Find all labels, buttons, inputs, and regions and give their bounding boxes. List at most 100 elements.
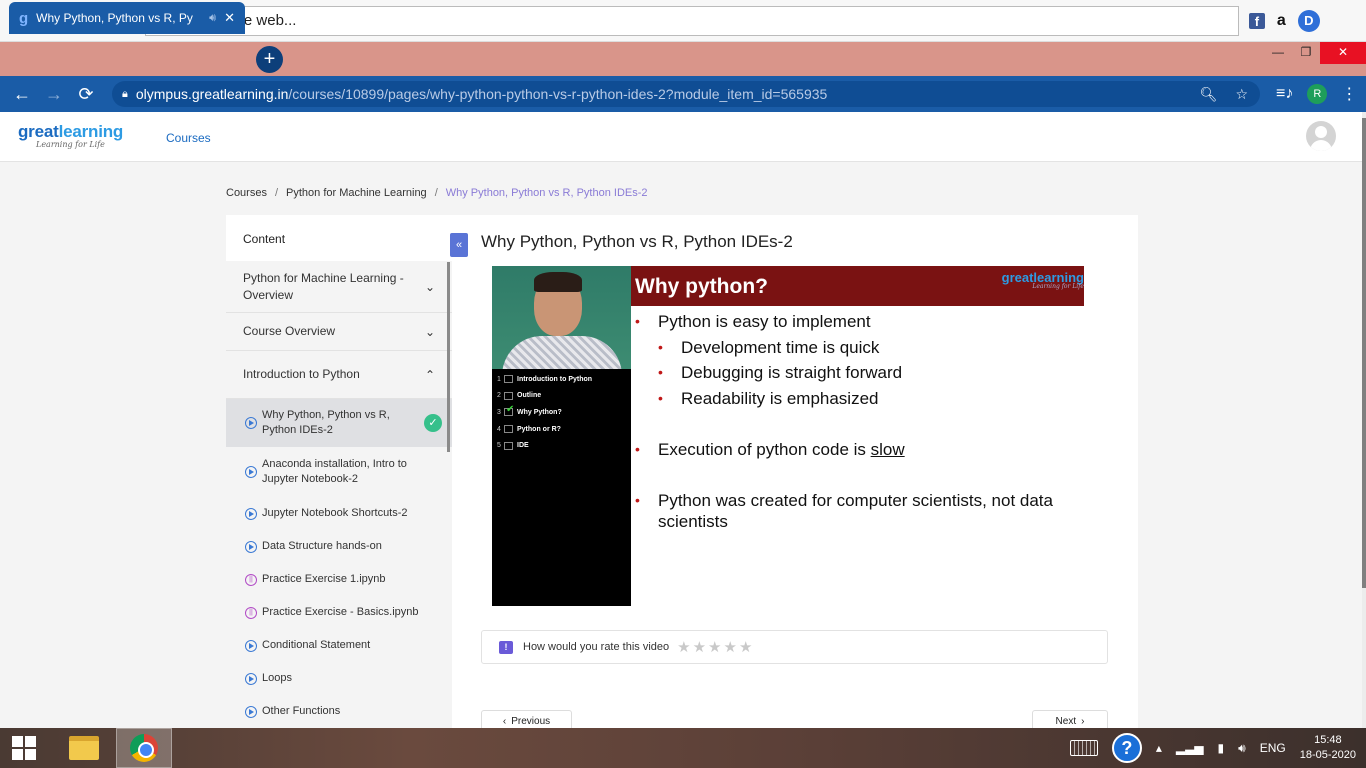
video-toc: 1 Introduction to Python 2 Outline 3 ✔ Why P… <box>497 371 627 454</box>
battery-icon[interactable]: ▮ <box>1218 741 1225 755</box>
sidebar-item-why-python[interactable]: Why Python, Python vs R, Python IDEs-2 ✓ <box>226 399 452 447</box>
chrome-taskbar-button[interactable] <box>116 728 172 768</box>
sidebar-scrollbar[interactable] <box>447 262 450 452</box>
url-domain: olympus.greatlearning.in <box>135 86 289 102</box>
folder-icon <box>69 736 99 760</box>
item-label: Data Structure hands-on <box>262 540 382 552</box>
play-icon <box>245 540 257 553</box>
browser-tab[interactable]: g Why Python, Python vs R, Py 🔊︎ ✕ <box>9 2 245 34</box>
rating-prompt: How would you rate this video <box>523 641 670 653</box>
play-icon <box>245 672 257 685</box>
check-icon: ✓ <box>424 414 442 432</box>
section-python-ml-overview[interactable]: Python for Machine Learning - Overview ⌄ <box>226 261 452 313</box>
toc-row: 4 Python or R? <box>497 425 561 434</box>
presenter-image <box>492 266 631 369</box>
volume-icon[interactable]: 🔊︎ <box>1238 741 1246 756</box>
item-label: Other Functions <box>262 705 341 717</box>
notebook-icon: || <box>245 573 257 586</box>
minimize-icon[interactable]: — <box>1264 42 1292 64</box>
chevron-down-icon: ⌄ <box>424 279 435 294</box>
rating-bar: ! How would you rate this video ★ ★ ★ ★ … <box>481 630 1108 664</box>
item-label: Practice Exercise - Basics.ipynb <box>262 606 419 618</box>
site-header: greatlearning Learning for Life Courses <box>0 112 1362 162</box>
page-scrollbar-thumb[interactable] <box>1362 118 1366 588</box>
back-icon[interactable]: ← <box>6 84 38 105</box>
nav-courses-link[interactable]: Courses <box>166 131 211 145</box>
help-icon[interactable]: ? <box>1111 733 1142 763</box>
star-icon[interactable]: ★ <box>677 638 690 656</box>
breadcrumb-course[interactable]: Python for Machine Learning <box>286 187 427 199</box>
profile-avatar[interactable]: R <box>1307 84 1328 104</box>
tab-title: Why Python, Python vs R, Py <box>36 11 193 25</box>
d-icon[interactable]: D <box>1297 9 1320 32</box>
star-icon[interactable]: ★ <box>724 638 737 656</box>
check-icon: ✔ <box>506 404 515 416</box>
chevron-right-icon: › <box>1081 715 1085 727</box>
sidebar-item-conditional[interactable]: Conditional Statement <box>226 629 452 662</box>
forward-icon[interactable]: → <box>38 84 70 105</box>
item-label: Jupyter Notebook Shortcuts-2 <box>262 507 408 519</box>
sidebar-item-practice-basics[interactable]: || Practice Exercise - Basics.ipynb <box>226 596 452 629</box>
notebook-icon: || <box>245 606 257 619</box>
star-icon[interactable]: ★ <box>693 638 706 656</box>
close-window-icon[interactable]: ✕ <box>1320 42 1366 64</box>
new-tab-button[interactable]: + <box>256 46 283 73</box>
media-control-icon[interactable]: ≡♪ <box>1276 85 1293 103</box>
language-indicator[interactable]: ENG <box>1260 741 1286 755</box>
sidebar-item-practice-1[interactable]: || Practice Exercise 1.ipynb <box>226 563 452 596</box>
url-bar[interactable]: 🔒︎ olympus.greatlearning.in/courses/1089… <box>112 81 1260 107</box>
section-course-overview[interactable]: Course Overview ⌄ <box>226 313 452 351</box>
tab-strip <box>0 42 1366 76</box>
star-rating[interactable]: ★ ★ ★ ★ ★ <box>677 638 752 656</box>
clock-time: 15:48 <box>1314 734 1342 746</box>
sidebar-item-data-structure[interactable]: Data Structure hands-on <box>226 530 452 563</box>
star-icon[interactable]: ★ <box>739 638 752 656</box>
star-icon[interactable]: ★ <box>708 638 721 656</box>
file-explorer-button[interactable] <box>56 728 112 768</box>
speaker-icon[interactable]: 🔊︎ <box>209 12 216 25</box>
slide-subbullet: • Readability is emphasized <box>658 389 879 408</box>
section-intro-python[interactable]: Introduction to Python ⌃ <box>226 351 452 399</box>
clock[interactable]: 15:48 18-05-2020 <box>1300 733 1356 763</box>
facebook-icon[interactable]: f <box>1248 12 1265 29</box>
restore-icon[interactable]: ❐ <box>1292 42 1320 64</box>
keyboard-icon[interactable] <box>1069 740 1098 756</box>
section-label: Introduction to Python <box>243 367 360 381</box>
toc-row: 1 Introduction to Python <box>497 375 593 384</box>
sidebar-item-jupyter-shortcuts[interactable]: Jupyter Notebook Shortcuts-2 <box>226 497 452 530</box>
zoom-icon[interactable]: 🔍︎ <box>1200 86 1218 103</box>
menu-kebab-icon[interactable]: ⋮ <box>1341 84 1357 104</box>
start-button[interactable] <box>0 728 48 768</box>
feedback-icon: ! <box>499 640 513 654</box>
slide-logo: greatlearning Learning for Life <box>1001 270 1084 290</box>
search-input[interactable]: 🔍︎ Search the web... <box>144 5 1239 36</box>
user-avatar[interactable] <box>1306 121 1336 151</box>
toc-row: 2 Outline <box>497 391 542 400</box>
slide-bullet: • Python is easy to implement <box>635 312 871 331</box>
section-label: Python for Machine Learning - Overview <box>243 270 404 302</box>
sidebar-item-anaconda[interactable]: Anaconda installation, Intro to Jupyter … <box>226 447 452 497</box>
greatlearning-logo[interactable]: greatlearning Learning for Life <box>18 122 123 149</box>
chevron-up-icon: ⌃ <box>424 367 435 382</box>
amazon-icon[interactable]: a <box>1277 12 1286 30</box>
windows-icon <box>12 736 36 760</box>
reload-icon[interactable]: ⟳ <box>70 84 102 105</box>
presenter-webcam: 1 Introduction to Python 2 Outline 3 ✔ Why P… <box>492 266 631 606</box>
greatlearning-favicon-icon: g <box>19 9 29 27</box>
item-label: Practice Exercise 1.ipynb <box>262 573 386 585</box>
content-sidebar: Content Python for Machine Learning - Ov… <box>226 215 452 728</box>
bookmark-star-icon[interactable]: ☆ <box>1235 86 1248 103</box>
collapse-sidebar-button[interactable]: « <box>450 233 468 257</box>
close-tab-icon[interactable]: ✕ <box>224 10 235 26</box>
slide-subbullet: • Development time is quick <box>658 338 880 357</box>
item-label: Conditional Statement <box>262 639 371 651</box>
sidebar-item-loops[interactable]: Loops <box>226 662 452 695</box>
logo-text-great: great <box>18 122 59 141</box>
network-icon[interactable]: ▂▃▅ <box>1176 741 1204 755</box>
chevron-up-icon[interactable]: ▴ <box>1156 741 1162 755</box>
video-player[interactable]: 1 Introduction to Python 2 Outline 3 ✔ Why P… <box>492 266 1084 606</box>
next-label: Next <box>1055 715 1077 727</box>
breadcrumb-courses[interactable]: Courses <box>226 187 267 199</box>
sidebar-item-other-functions[interactable]: Other Functions <box>226 695 452 728</box>
previous-label: Previous <box>511 715 551 727</box>
